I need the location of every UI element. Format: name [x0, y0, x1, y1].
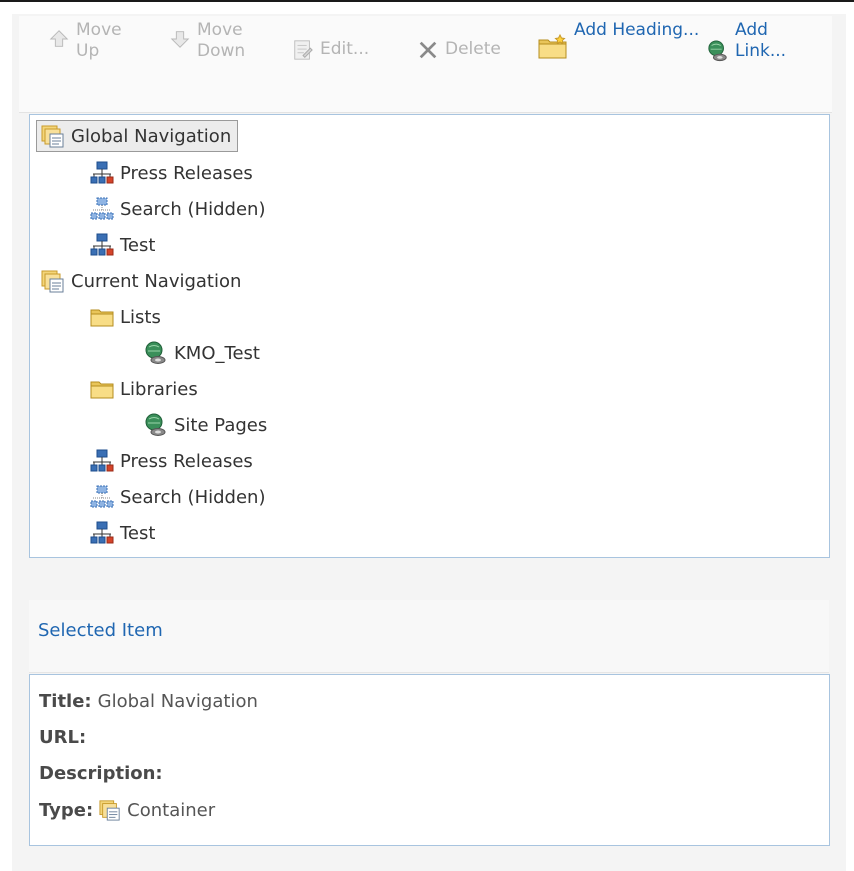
link-icon — [144, 341, 168, 365]
tree-node-search-hidden[interactable]: Search (Hidden) — [90, 481, 265, 513]
tree-node-search-hidden[interactable]: Search (Hidden) — [90, 193, 265, 225]
tree-node-label: Search (Hidden) — [120, 486, 266, 508]
add-link-label: Add Link... — [735, 20, 787, 61]
detail-type-row: Type: Container — [39, 799, 215, 821]
delete-button[interactable]: Delete — [417, 39, 501, 61]
tree-node-label: Global Navigation — [71, 125, 232, 147]
move-down-label: Move Down — [197, 20, 246, 61]
tree-node-test[interactable]: Test — [90, 517, 155, 549]
tree-node-label: Press Releases — [120, 450, 253, 472]
add-link-button[interactable]: Add Link... — [707, 20, 805, 62]
move-down-button[interactable]: Move Down — [169, 20, 267, 62]
hidden-site-icon — [90, 485, 114, 509]
tree-node-label: Lists — [120, 306, 161, 328]
tree-node-site-pages[interactable]: Site Pages — [144, 409, 267, 441]
selected-item-title: Selected Item — [38, 620, 163, 641]
type-value: Container — [127, 799, 216, 821]
detail-title-row: Title: Global Navigation — [39, 691, 258, 712]
selected-item-header: Selected Item — [29, 600, 829, 673]
title-label: Title: — [39, 691, 92, 712]
link-icon — [144, 413, 168, 437]
add-link-icon — [707, 40, 729, 62]
edit-label: Edit... — [320, 39, 370, 59]
selected-item-details: Title: Global Navigation URL: Descriptio… — [29, 674, 830, 846]
move-up-button[interactable]: Move Up — [48, 20, 126, 62]
folder-icon — [90, 377, 114, 401]
detail-url-row: URL: — [39, 727, 92, 748]
detail-description-row: Description: — [39, 763, 169, 784]
navigation-tree: Global Navigation Press Releases Search … — [29, 114, 830, 558]
arrow-up-icon — [49, 30, 69, 47]
container-icon — [41, 269, 65, 293]
move-up-label: Move Up — [76, 20, 122, 61]
tree-node-label: KMO_Test — [174, 342, 260, 364]
tree-node-label: Search (Hidden) — [120, 198, 266, 220]
type-label: Type: — [39, 799, 94, 821]
navigation-toolbar: Move Up Move Down Edit... Delete Add Hea… — [19, 16, 832, 113]
top-border-line — [0, 0, 854, 2]
add-heading-label: Add Heading... — [574, 20, 700, 40]
tree-node-label: Site Pages — [174, 414, 268, 436]
arrow-down-icon — [170, 31, 190, 48]
tree-node-press-releases[interactable]: Press Releases — [90, 157, 253, 189]
tree-node-kmo-test[interactable]: KMO_Test — [144, 337, 260, 369]
description-label: Description: — [39, 763, 163, 784]
tree-node-press-releases[interactable]: Press Releases — [90, 445, 253, 477]
delete-icon — [419, 41, 437, 59]
site-icon — [90, 521, 114, 545]
url-label: URL: — [39, 727, 87, 748]
tree-node-current-navigation[interactable]: Current Navigation — [41, 265, 241, 297]
site-icon — [90, 233, 114, 257]
tree-node-label: Test — [120, 522, 156, 544]
tree-node-global-navigation[interactable]: Global Navigation — [36, 120, 239, 152]
tree-node-lists[interactable]: Lists — [90, 301, 161, 333]
folder-icon — [90, 305, 114, 329]
site-icon — [90, 449, 114, 473]
edit-icon — [294, 40, 313, 60]
container-icon — [99, 799, 121, 821]
tree-node-test[interactable]: Test — [90, 229, 155, 261]
delete-label: Delete — [445, 39, 501, 59]
add-heading-button[interactable]: Add Heading... — [538, 20, 704, 60]
tree-node-label: Libraries — [120, 378, 198, 400]
hidden-site-icon — [90, 197, 114, 221]
tree-node-libraries[interactable]: Libraries — [90, 373, 198, 405]
tree-node-label: Press Releases — [120, 162, 253, 184]
add-heading-folder-icon — [538, 34, 567, 59]
container-icon — [41, 124, 65, 148]
edit-button[interactable]: Edit... — [292, 39, 369, 61]
site-icon — [90, 161, 114, 185]
title-value: Global Navigation — [97, 691, 258, 712]
tree-node-label: Current Navigation — [71, 270, 242, 292]
tree-node-label: Test — [120, 234, 156, 256]
